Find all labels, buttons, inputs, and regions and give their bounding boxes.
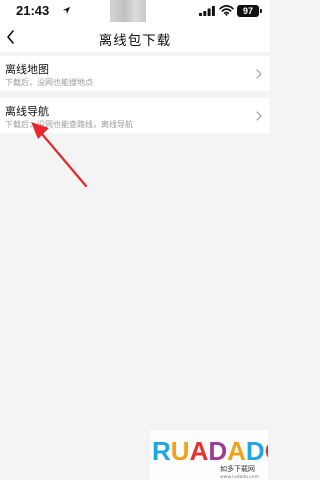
location-icon <box>62 6 71 15</box>
offline-list: 离线地图 下载后，没网也能搜地点 离线导航 下载后，没网也能查路线，离线导航 <box>0 56 270 140</box>
battery-indicator: 97 <box>237 5 262 17</box>
item-title: 离线地图 <box>5 63 49 76</box>
wifi-icon <box>219 5 234 16</box>
svg-text:www.rudado.com: www.rudado.com <box>220 474 259 480</box>
screen: 21:43 97 离线包下载 离线地图 下载后，没网也能搜地点 离线导航 下载后… <box>0 0 270 480</box>
item-title: 离线导航 <box>5 105 49 118</box>
nav-bar: 离线包下载 <box>0 22 270 52</box>
blurred-area <box>110 0 146 22</box>
signal-icon <box>199 6 215 16</box>
status-bar: 21:43 97 <box>0 0 270 22</box>
svg-text:RUADADO: RUADADO <box>152 436 268 466</box>
battery-level: 97 <box>242 6 253 16</box>
chevron-right-icon <box>256 111 262 121</box>
svg-text:如多下载网: 如多下载网 <box>220 464 255 473</box>
page-title: 离线包下载 <box>98 33 172 49</box>
list-item-offline-map[interactable]: 离线地图 下载后，没网也能搜地点 <box>0 56 270 91</box>
watermark-logo: RUADADO 如多下载网 www.rudado.com <box>150 430 268 480</box>
item-subtitle: 下载后，没网也能查路线，离线导航 <box>5 120 133 129</box>
status-time: 21:43 <box>16 3 50 18</box>
item-subtitle: 下载后，没网也能搜地点 <box>5 78 93 87</box>
list-item-offline-navigation[interactable]: 离线导航 下载后，没网也能查路线，离线导航 <box>0 98 270 133</box>
chevron-right-icon <box>256 69 262 79</box>
